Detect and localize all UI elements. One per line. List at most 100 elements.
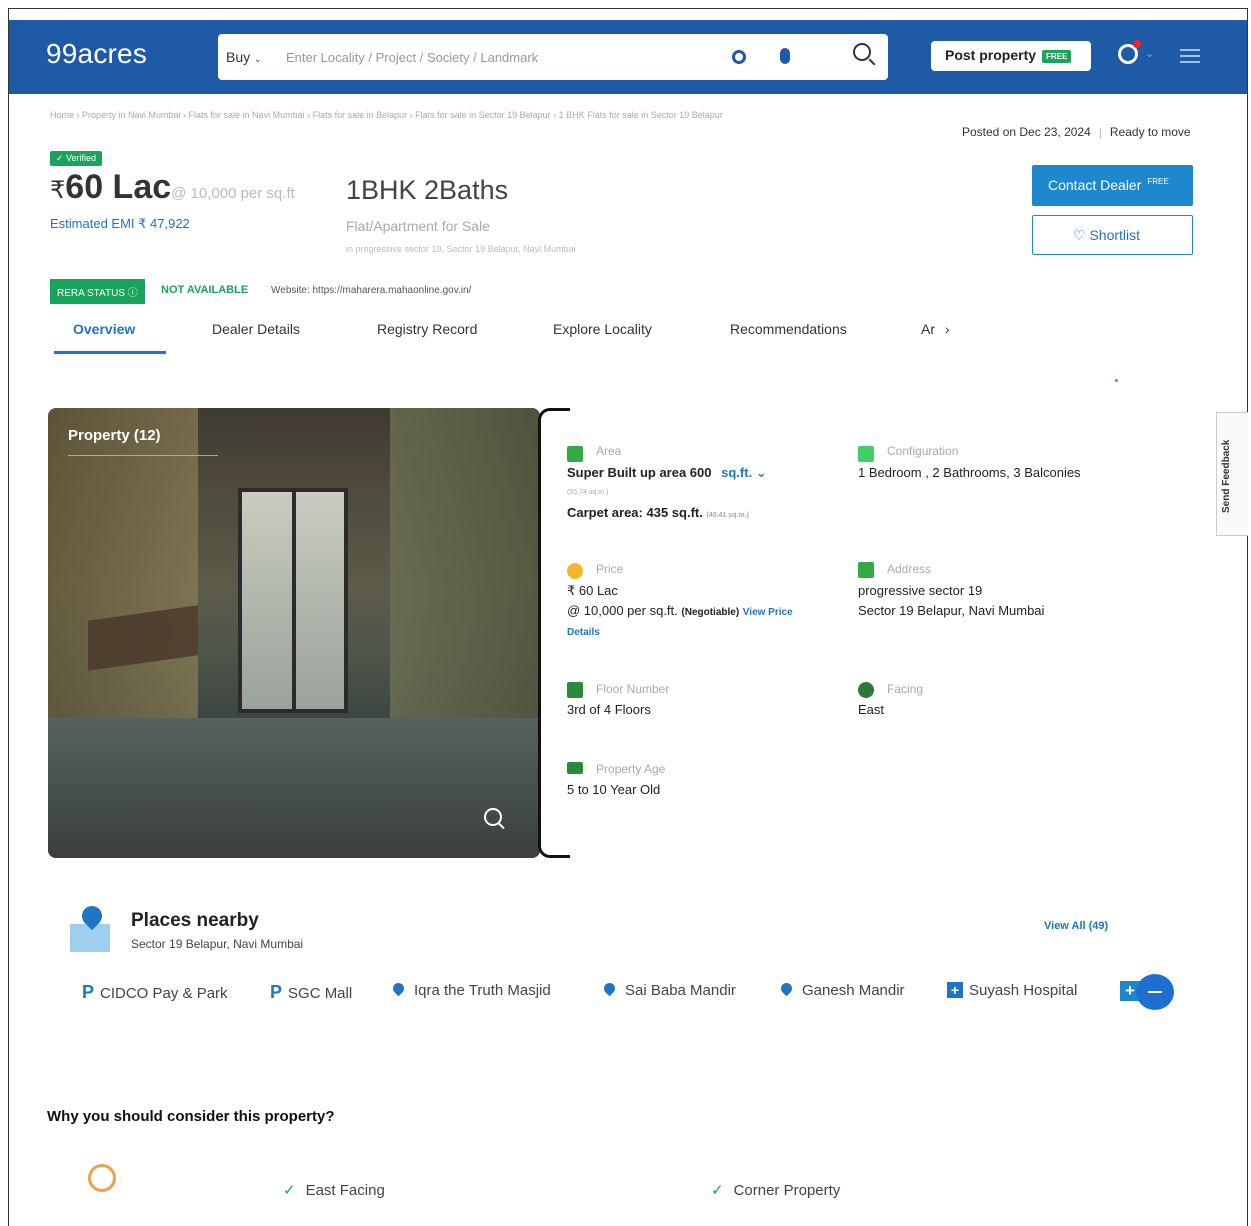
price-icon bbox=[567, 563, 583, 579]
site-logo[interactable]: 99acres bbox=[46, 38, 147, 70]
zoom-icon[interactable] bbox=[484, 808, 502, 826]
search-icon[interactable] bbox=[853, 43, 871, 61]
chevron-down-icon: ⌄ bbox=[755, 465, 767, 480]
property-type: Flat/Apartment for Sale bbox=[346, 218, 490, 234]
property-age-icon bbox=[567, 762, 583, 774]
buy-dropdown[interactable]: Buy ⌄ bbox=[226, 49, 262, 65]
facing-label: Facing bbox=[887, 682, 924, 696]
address-icon bbox=[858, 562, 874, 578]
chevron-down-icon: ⌄ bbox=[254, 54, 262, 64]
rera-status-value: NOT AVAILABLE bbox=[161, 284, 249, 296]
tab-overview[interactable]: Overview bbox=[73, 321, 135, 337]
contact-dealer-label: Contact Dealer bbox=[1048, 177, 1142, 193]
feature-item: ✓ East Facing bbox=[283, 1181, 385, 1199]
location-icon[interactable] bbox=[732, 50, 746, 64]
feature-item: ✓ Corner Property bbox=[711, 1181, 840, 1199]
tab-registry-record[interactable]: Registry Record bbox=[377, 321, 477, 337]
breadcrumb[interactable]: Home › Property in Navi Mumbai › Flats f… bbox=[50, 110, 723, 120]
tab-explore-locality[interactable]: Explore Locality bbox=[553, 321, 652, 337]
buy-label: Buy bbox=[226, 49, 251, 65]
posted-info: Posted on Dec 23, 2024 | Ready to move bbox=[962, 125, 1191, 139]
place-chip[interactable]: + Suyash Hospital bbox=[947, 982, 1077, 999]
parking-icon: P bbox=[270, 982, 283, 1002]
divider bbox=[68, 455, 218, 456]
place-chip[interactable]: Iqra the Truth Masjid bbox=[390, 980, 551, 999]
photo-gallery-title[interactable]: Property (12) bbox=[68, 427, 161, 444]
chevron-down-icon[interactable]: ⌄ bbox=[1145, 47, 1154, 60]
why-consider-heading: Why you should consider this property? bbox=[47, 1108, 335, 1125]
place-chip[interactable]: Ganesh Mandir bbox=[778, 980, 905, 999]
rera-website[interactable]: Website: https://maharera.mahaonline.gov… bbox=[271, 285, 471, 296]
place-chip[interactable]: P CIDCO Pay & Park bbox=[82, 982, 228, 1003]
places-map-icon bbox=[68, 901, 114, 952]
currency-symbol: ₹ bbox=[50, 177, 66, 204]
hamburger-menu-icon[interactable] bbox=[1180, 49, 1200, 63]
chevron-right-icon[interactable]: › bbox=[945, 321, 950, 337]
place-label: Sai Baba Mandir bbox=[625, 982, 736, 999]
property-age-value: 5 to 10 Year Old bbox=[567, 782, 661, 797]
scroll-places-button[interactable] bbox=[1136, 974, 1174, 1010]
photo-wall bbox=[48, 408, 198, 738]
compass-icon bbox=[88, 1164, 116, 1192]
area-label: Area bbox=[596, 444, 622, 458]
contact-dealer-button[interactable]: Contact Dealer FREE bbox=[1032, 165, 1193, 206]
rera-status-badge: RERA STATUS ⓘ bbox=[50, 279, 145, 304]
listing-price: ₹60 Lac@ 10,000 per sq.ft bbox=[50, 168, 295, 207]
price-per-sqft-text: @ 10,000 per sq.ft. bbox=[567, 603, 678, 618]
unit-selector[interactable]: sq.ft. ⌄ bbox=[721, 465, 767, 480]
notification-dot bbox=[1133, 40, 1141, 48]
tab-truncated-label: Ar bbox=[921, 321, 935, 337]
price-label: Price bbox=[596, 562, 624, 576]
tab-truncated[interactable]: Ar › bbox=[921, 321, 950, 337]
place-label: CIDCO Pay & Park bbox=[100, 985, 228, 1002]
send-feedback-tab[interactable]: Send Feedback bbox=[1216, 412, 1248, 536]
place-label: Ganesh Mandir bbox=[802, 982, 905, 999]
view-price-details-link[interactable]: Details bbox=[567, 627, 600, 638]
place-chip[interactable]: Sai Baba Mandir bbox=[601, 980, 736, 999]
place-chip[interactable]: P SGC Mall bbox=[270, 982, 352, 1003]
emi-link[interactable]: Estimated EMI ₹ 47,922 bbox=[50, 216, 190, 232]
photo-floor bbox=[48, 718, 540, 858]
photo-wall bbox=[390, 408, 540, 738]
divider: | bbox=[1098, 125, 1102, 139]
info-icon[interactable]: ⓘ bbox=[128, 288, 138, 299]
decorative-dot bbox=[1115, 379, 1118, 382]
property-address: in progressive sector 19, Sector 19 Bela… bbox=[346, 244, 576, 254]
details-panel-edge bbox=[538, 408, 570, 858]
free-badge: FREE bbox=[1147, 177, 1169, 187]
negotiable-tag: (Negotiable) bbox=[681, 607, 740, 618]
configuration-label: Configuration bbox=[887, 444, 959, 458]
shortlist-button[interactable]: ♡ Shortlist bbox=[1032, 215, 1193, 255]
property-photo[interactable] bbox=[48, 408, 540, 858]
price-per-sqft: @ 10,000 per sq.ft bbox=[171, 185, 295, 202]
rera-status-label: RERA STATUS bbox=[57, 288, 125, 299]
tab-dealer-details[interactable]: Dealer Details bbox=[212, 321, 300, 337]
carpet-area-sqm: (40.41 sq.m.) bbox=[706, 512, 749, 519]
price-value: 60 Lac bbox=[65, 168, 172, 206]
map-pin-icon bbox=[390, 980, 407, 997]
carpet-area-text: Carpet area: 435 sq.ft. bbox=[567, 505, 703, 520]
price-per-sqft-detail: @ 10,000 per sq.ft. (Negotiable) View Pr… bbox=[567, 603, 793, 618]
place-label: SGC Mall bbox=[288, 985, 353, 1002]
post-property-button[interactable]: Post property FREE bbox=[931, 41, 1091, 71]
place-label: Suyash Hospital bbox=[969, 982, 1078, 999]
tab-recommendations[interactable]: Recommendations bbox=[730, 321, 847, 337]
microphone-icon[interactable] bbox=[780, 48, 790, 64]
places-nearby-title: Places nearby bbox=[131, 910, 259, 931]
view-all-places-link[interactable]: View All (49) bbox=[1044, 920, 1108, 932]
address-label: Address bbox=[887, 562, 932, 576]
facing-value: East bbox=[858, 702, 885, 717]
view-price-link[interactable]: View Price bbox=[743, 607, 793, 618]
places-nearby-subtitle: Sector 19 Belapur, Navi Mumbai bbox=[131, 937, 304, 951]
map-pin-icon bbox=[778, 980, 795, 997]
property-age-label: Property Age bbox=[596, 762, 666, 776]
floor-icon bbox=[567, 682, 583, 698]
area-icon bbox=[567, 446, 583, 462]
send-feedback-label: Send Feedback bbox=[1221, 439, 1232, 513]
floor-value: 3rd of 4 Floors bbox=[567, 702, 651, 717]
search-input[interactable]: Enter Locality / Project / Society / Lan… bbox=[286, 50, 538, 65]
map-pin-icon bbox=[601, 980, 618, 997]
super-area-text: Super Built up area 600 bbox=[567, 465, 712, 480]
configuration-icon bbox=[858, 446, 874, 462]
carpet-area-value: Carpet area: 435 sq.ft. (40.41 sq.m.) bbox=[567, 505, 749, 520]
